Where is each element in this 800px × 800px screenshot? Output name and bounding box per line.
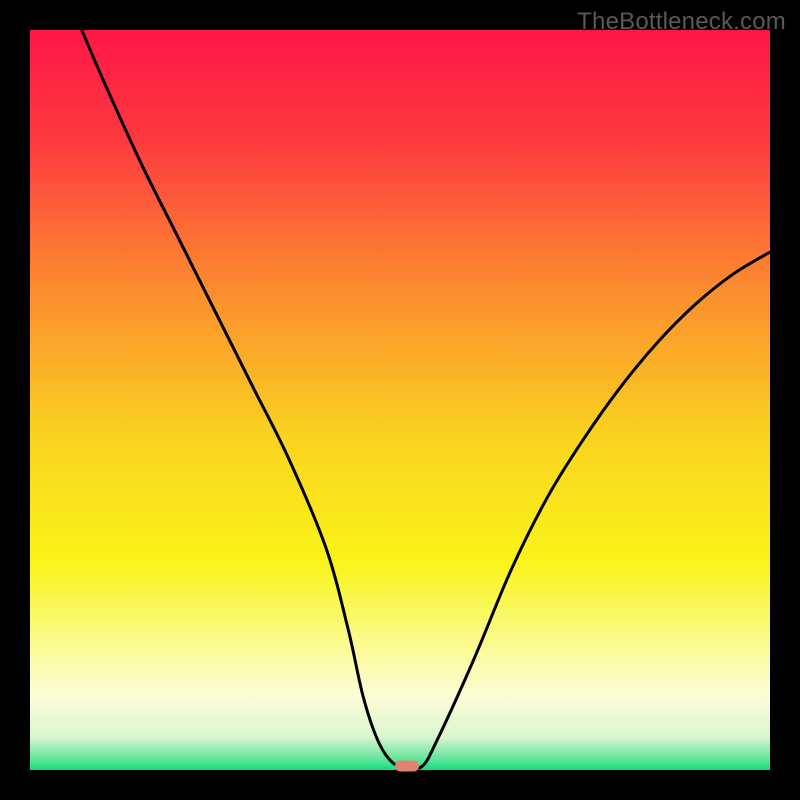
watermark-text: TheBottleneck.com <box>577 8 786 36</box>
plot-area <box>30 30 770 770</box>
curve-layer <box>30 30 770 770</box>
optimal-point-marker <box>395 760 419 771</box>
chart-container: TheBottleneck.com <box>0 0 800 800</box>
bottleneck-curve <box>82 30 770 768</box>
